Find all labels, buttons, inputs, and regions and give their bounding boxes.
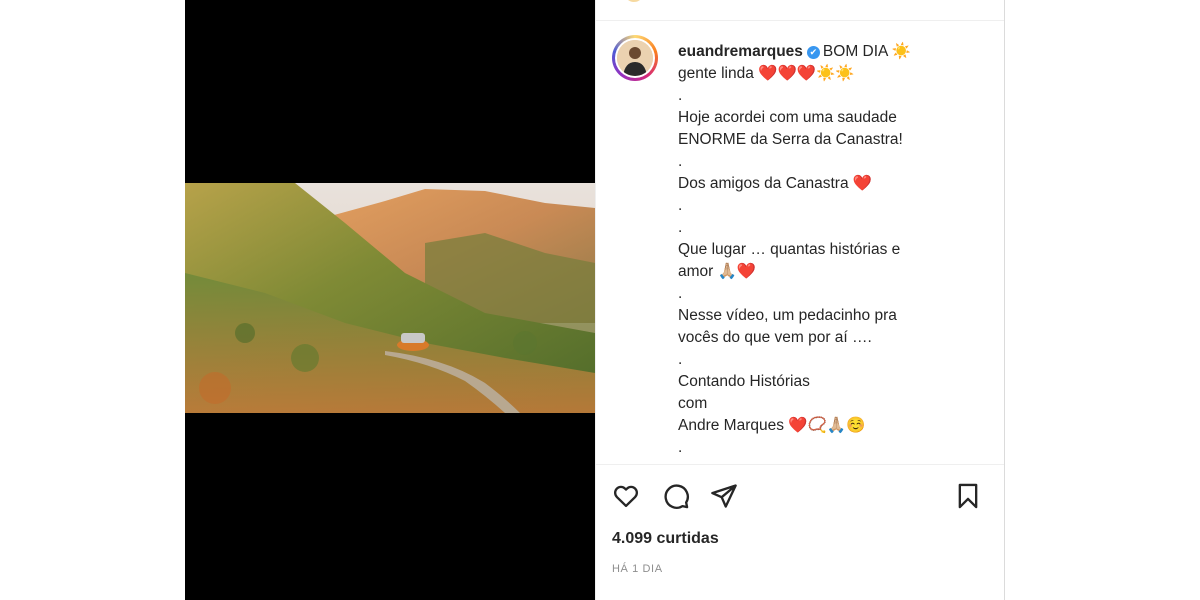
caption-line: . bbox=[678, 285, 683, 302]
avatar-image bbox=[617, 40, 653, 76]
caption-line: Hoje acordei com uma saudade bbox=[678, 109, 897, 126]
caption-line: . bbox=[678, 439, 683, 456]
like-button[interactable] bbox=[608, 478, 644, 514]
caption-line: Contando Histórias bbox=[678, 373, 810, 390]
caption-line: Andre Marques ❤️📿🙏🏼☺️ bbox=[678, 417, 866, 434]
caption-line: gente linda ❤️❤️❤️☀️☀️ bbox=[678, 65, 855, 82]
heart-icon bbox=[613, 485, 639, 508]
video-frame[interactable] bbox=[185, 183, 595, 413]
post-sidebar: euandremarques ✔ BOM DIA ☀️ gente linda ❤️… bbox=[595, 0, 1004, 600]
caption-text: BOM DIA ☀️ bbox=[822, 43, 912, 60]
header-strip bbox=[596, 0, 1004, 21]
caption-line: . bbox=[678, 351, 683, 368]
comment-button[interactable] bbox=[658, 478, 694, 514]
share-button[interactable] bbox=[706, 478, 742, 514]
instagram-post: euandremarques ✔ BOM DIA ☀️ gente linda ❤️… bbox=[185, 0, 1005, 600]
caption-line: Nesse vídeo, um pedacinho pra bbox=[678, 307, 897, 324]
mountain-landscape-image bbox=[185, 183, 595, 413]
verified-badge-icon: ✔ bbox=[806, 46, 820, 59]
bookmark-icon bbox=[958, 483, 978, 509]
caption-line: . bbox=[678, 153, 683, 170]
likes-count[interactable]: 4.099 curtidas bbox=[612, 530, 719, 548]
caption-line: com bbox=[678, 395, 708, 412]
save-button[interactable] bbox=[950, 478, 986, 514]
person-silhouette-icon bbox=[617, 40, 653, 76]
header-avatar-peek bbox=[624, 0, 644, 2]
caption-line: Dos amigos da Canastra ❤️ bbox=[678, 175, 873, 192]
comment-icon bbox=[664, 484, 689, 509]
caption-line: . bbox=[678, 219, 683, 236]
post-timestamp[interactable]: HÁ 1 DIA bbox=[612, 563, 663, 575]
avatar-ring-inner bbox=[615, 38, 655, 78]
actions-divider bbox=[596, 464, 1004, 465]
caption-line: vocês do que vem por aí …. bbox=[678, 329, 872, 346]
post-caption: euandremarques ✔ BOM DIA ☀️ gente linda ❤️… bbox=[678, 41, 978, 459]
caption-line: ENORME da Serra da Canastra! bbox=[678, 131, 903, 148]
username-link[interactable]: euandremarques bbox=[678, 43, 803, 60]
avatar[interactable] bbox=[612, 35, 658, 81]
caption-line: amor 🙏🏼❤️ bbox=[678, 263, 757, 280]
caption-first-line: euandremarques ✔ BOM DIA ☀️ bbox=[678, 41, 978, 63]
caption-line: . bbox=[678, 197, 683, 214]
post-actions bbox=[612, 478, 990, 514]
send-icon bbox=[711, 484, 737, 508]
caption-line: . bbox=[678, 87, 683, 104]
caption-line: Que lugar … quantas histórias e bbox=[678, 241, 901, 258]
caption-scroll-area[interactable]: euandremarques ✔ BOM DIA ☀️ gente linda ❤️… bbox=[596, 21, 1004, 464]
post-media[interactable] bbox=[185, 0, 595, 600]
